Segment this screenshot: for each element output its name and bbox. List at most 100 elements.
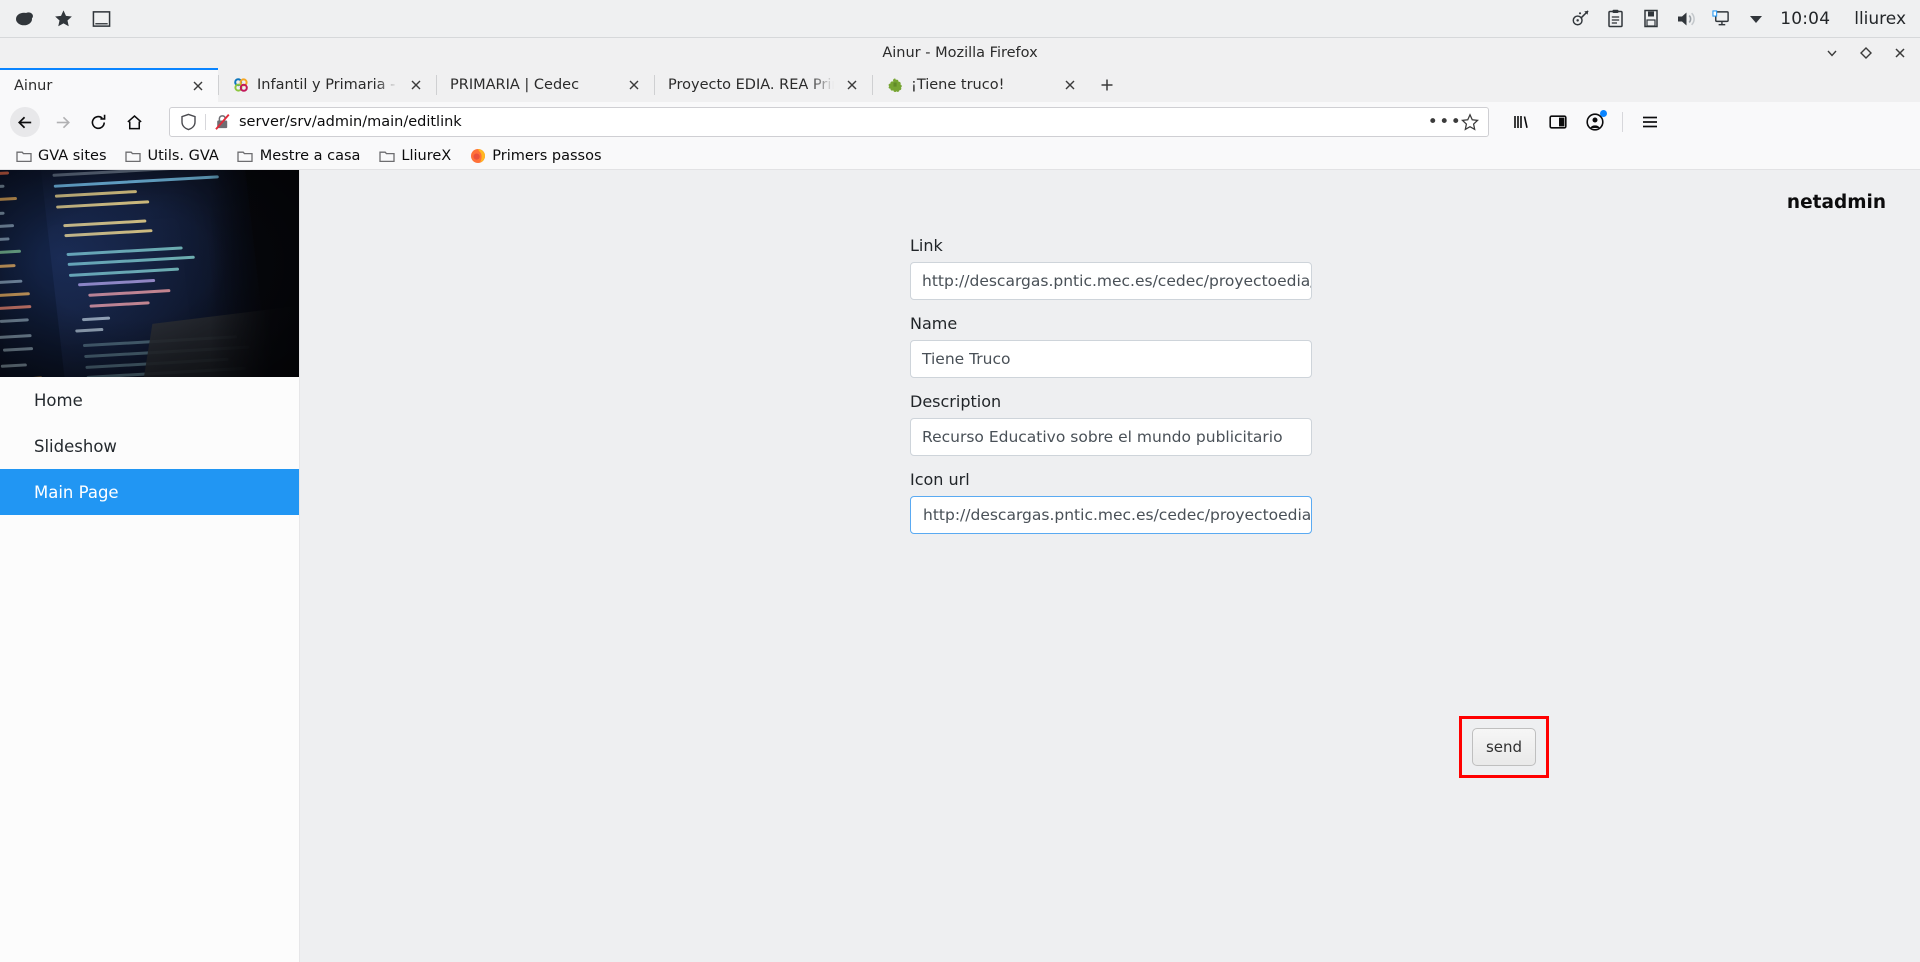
clock[interactable]: 10:04 bbox=[1780, 9, 1830, 29]
bookmark-label: Mestre a casa bbox=[259, 147, 361, 164]
back-icon[interactable] bbox=[10, 107, 40, 137]
toolbar-divider bbox=[1622, 112, 1623, 132]
folder-icon bbox=[237, 147, 254, 164]
field-name: Name Tiene Truco bbox=[910, 314, 1312, 378]
icon-url-value: http://descargas.pntic.mec.es/cedec/proy… bbox=[923, 506, 1312, 524]
bookmark-label: LliureX bbox=[401, 147, 452, 164]
bookmark-label: Primers passos bbox=[492, 147, 602, 164]
bookmark-lliurex[interactable]: LliureX bbox=[371, 144, 458, 167]
clipboard-icon[interactable] bbox=[1605, 8, 1626, 29]
tab-close-icon[interactable] bbox=[624, 75, 644, 95]
star-icon[interactable] bbox=[52, 8, 74, 30]
tab-close-icon[interactable] bbox=[188, 76, 208, 96]
bookmark-gva-sites[interactable]: GVA sites bbox=[8, 144, 114, 167]
volume-icon[interactable] bbox=[1675, 8, 1696, 29]
firefox-icon bbox=[469, 147, 486, 164]
chevron-down-icon[interactable] bbox=[1745, 8, 1766, 29]
app-sidebar: Home Slideshow Main Page bbox=[0, 170, 300, 962]
desktop-panel-launchers bbox=[14, 8, 112, 30]
insecure-connection-icon[interactable] bbox=[213, 113, 231, 131]
annotation-highlight-box: send bbox=[1459, 716, 1549, 778]
bookmark-mestre-a-casa[interactable]: Mestre a casa bbox=[230, 144, 368, 167]
puzzle-icon bbox=[886, 77, 903, 94]
sidebar-item-label: Home bbox=[34, 390, 83, 410]
navigation-toolbar: server/srv/admin/main/editlink ••• bbox=[0, 102, 1920, 142]
network-sync-icon[interactable] bbox=[1570, 8, 1591, 29]
bookmark-utils-gva[interactable]: Utils. GVA bbox=[118, 144, 226, 167]
page-actions-icon[interactable]: ••• bbox=[1428, 110, 1461, 134]
folder-icon bbox=[378, 147, 395, 164]
tab-ainur[interactable]: Ainur bbox=[0, 68, 218, 102]
home-icon[interactable] bbox=[117, 106, 151, 138]
account-icon[interactable] bbox=[1579, 106, 1611, 138]
tab-label: Proyecto EDIA. REA Primaria. T bbox=[668, 77, 834, 93]
sidebar-navigation: Home Slideshow Main Page bbox=[0, 377, 299, 515]
bookmark-label: GVA sites bbox=[38, 147, 107, 164]
bookmark-primers-passos[interactable]: Primers passos bbox=[462, 144, 608, 167]
sidebar-icon[interactable] bbox=[1542, 106, 1574, 138]
main-content: netadmin Link http://descargas.pntic.mec… bbox=[300, 170, 1920, 962]
window-controls bbox=[1824, 38, 1908, 68]
field-icon-url: Icon url http://descargas.pntic.mec.es/c… bbox=[910, 470, 1312, 534]
sidebar-item-label: Slideshow bbox=[34, 436, 117, 456]
web-page-content: Home Slideshow Main Page netadmin Link h… bbox=[0, 170, 1920, 962]
reload-icon[interactable] bbox=[81, 106, 115, 138]
firefox-window: Ainur - Mozilla Firefox Ainur Infantil y… bbox=[0, 38, 1920, 962]
desktop-top-panel: 10:04 lliurex bbox=[0, 0, 1920, 38]
description-input[interactable]: Recurso Educativo sobre el mundo publici… bbox=[910, 418, 1312, 456]
tab-strip: Ainur Infantil y Primaria - INTEF PRIMAR… bbox=[0, 68, 1920, 102]
laptop-code-photo bbox=[0, 170, 299, 377]
tab-proyecto-edia[interactable]: Proyecto EDIA. REA Primaria. T bbox=[654, 68, 872, 102]
intef-icon bbox=[232, 77, 249, 94]
field-description: Description Recurso Educativo sobre el m… bbox=[910, 392, 1312, 456]
bookmarks-toolbar: GVA sites Utils. GVA Mestre a casa Lliur… bbox=[0, 142, 1920, 170]
url-divider bbox=[205, 114, 206, 130]
new-tab-button[interactable] bbox=[1090, 68, 1124, 102]
tab-tiene-truco[interactable]: ¡Tiene truco! bbox=[872, 68, 1090, 102]
edit-link-form: Link http://descargas.pntic.mec.es/cedec… bbox=[910, 236, 1312, 534]
sidebar-item-slideshow[interactable]: Slideshow bbox=[0, 423, 299, 469]
field-label: Icon url bbox=[910, 470, 970, 489]
user-badge: netadmin bbox=[1786, 192, 1886, 213]
close-icon[interactable] bbox=[1892, 45, 1908, 61]
tab-label: Infantil y Primaria - INTEF bbox=[257, 77, 398, 93]
sidebar-item-main-page[interactable]: Main Page bbox=[0, 469, 299, 515]
tab-close-icon[interactable] bbox=[406, 75, 426, 95]
submit-area: send bbox=[1459, 716, 1549, 778]
sidebar-item-label: Main Page bbox=[34, 482, 119, 502]
tab-primaria-cedec[interactable]: PRIMARIA | Cedec bbox=[436, 68, 654, 102]
field-label: Description bbox=[910, 392, 1002, 411]
folder-icon bbox=[125, 147, 142, 164]
maximize-icon[interactable] bbox=[1858, 45, 1874, 61]
window-titlebar: Ainur - Mozilla Firefox bbox=[0, 38, 1920, 68]
system-tray: 10:04 lliurex bbox=[1570, 8, 1906, 29]
url-bar[interactable]: server/srv/admin/main/editlink ••• bbox=[169, 107, 1489, 137]
window-icon[interactable] bbox=[90, 8, 112, 30]
tab-infantil-primaria[interactable]: Infantil y Primaria - INTEF bbox=[218, 68, 436, 102]
icon-url-input[interactable]: http://descargas.pntic.mec.es/cedec/proy… bbox=[910, 496, 1312, 534]
tab-close-icon[interactable] bbox=[842, 75, 862, 95]
tracking-protection-shield-icon[interactable] bbox=[178, 112, 198, 132]
display-icon[interactable] bbox=[1710, 8, 1731, 29]
tab-label: Ainur bbox=[14, 78, 53, 94]
current-user-label[interactable]: lliurex bbox=[1854, 9, 1906, 29]
forward-icon[interactable] bbox=[45, 106, 79, 138]
field-label: Name bbox=[910, 314, 958, 333]
library-icon[interactable] bbox=[1505, 106, 1537, 138]
field-link: Link http://descargas.pntic.mec.es/cedec… bbox=[910, 236, 1312, 300]
tab-close-icon[interactable] bbox=[1060, 75, 1080, 95]
account-notification-dot bbox=[1600, 110, 1607, 117]
url-text[interactable]: server/srv/admin/main/editlink bbox=[231, 114, 1432, 130]
bookmark-label: Utils. GVA bbox=[147, 147, 219, 164]
tab-label: PRIMARIA | Cedec bbox=[450, 77, 580, 93]
sidebar-item-home[interactable]: Home bbox=[0, 377, 299, 423]
send-button[interactable]: send bbox=[1472, 728, 1536, 766]
link-input[interactable]: http://descargas.pntic.mec.es/cedec/proy… bbox=[910, 262, 1312, 300]
hamburger-menu-icon[interactable] bbox=[1634, 106, 1666, 138]
bookmark-star-icon[interactable] bbox=[1458, 110, 1482, 134]
name-input[interactable]: Tiene Truco bbox=[910, 340, 1312, 378]
window-title: Ainur - Mozilla Firefox bbox=[882, 45, 1038, 61]
disk-icon[interactable] bbox=[1640, 8, 1661, 29]
firefox-logo-icon[interactable] bbox=[14, 8, 36, 30]
minimize-icon[interactable] bbox=[1824, 45, 1840, 61]
